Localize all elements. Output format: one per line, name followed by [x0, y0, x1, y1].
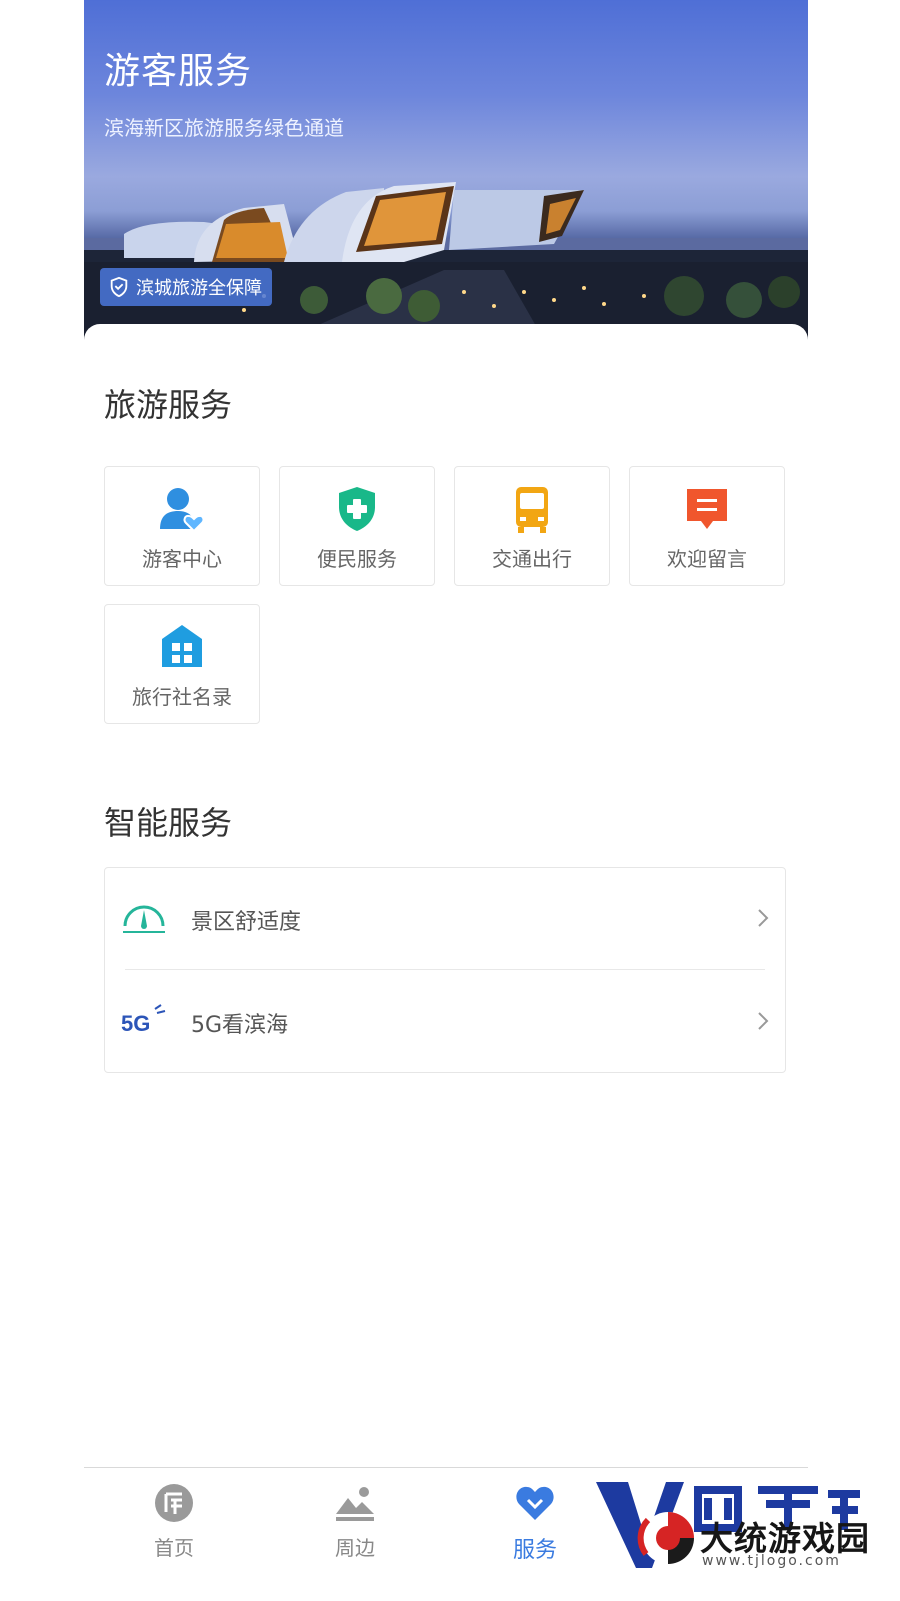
guarantee-badge[interactable]: 滨城旅游全保障 [100, 268, 272, 306]
tile-label: 旅行社名录 [132, 685, 232, 709]
list-divider [125, 969, 765, 970]
list-item-5g-binhai[interactable]: 5G 5G看滨海 [105, 971, 785, 1073]
gauge-icon [123, 905, 165, 933]
5g-icon: 5G [121, 1004, 166, 1036]
list-item-label: 5G看滨海 [191, 1013, 289, 1038]
watermark-url: www.tjlogo.com [702, 1553, 841, 1569]
tile-transport[interactable]: 交通出行 [454, 466, 610, 586]
tile-label: 便民服务 [317, 547, 397, 571]
tile-visitor-center[interactable]: 游客中心 [104, 466, 260, 586]
tile-convenience-service[interactable]: 便民服务 [279, 466, 435, 586]
tile-label: 交通出行 [492, 547, 572, 571]
list-item-scenic-comfort[interactable]: 景区舒适度 [105, 868, 785, 970]
hero-title: 游客服务 [104, 51, 253, 92]
hero-subtitle: 滨海新区旅游服务绿色通道 [104, 116, 344, 140]
landscape-icon [336, 1487, 374, 1521]
section-title-smart: 智能服务 [104, 804, 233, 842]
tab-home[interactable]: 首页 [129, 1482, 219, 1582]
tile-label: 游客中心 [142, 547, 222, 571]
badge-label: 滨城旅游全保障 [136, 278, 262, 299]
home-logo-icon [155, 1484, 193, 1522]
shield-icon [110, 276, 128, 298]
tab-label: 服务 [512, 1538, 557, 1563]
tile-leave-message[interactable]: 欢迎留言 [629, 466, 785, 586]
svg-text:5G: 5G [121, 1011, 150, 1036]
tile-travel-agency-directory[interactable]: 旅行社名录 [104, 604, 260, 724]
app-screen: 游客服务 滨海新区旅游服务绿色通道 滨城旅游全保障 旅游服务 游客中心 便民服务 [84, 0, 808, 1601]
user-heart-icon [160, 488, 205, 533]
section-title-tourism: 旅游服务 [104, 386, 233, 424]
message-icon [687, 489, 727, 529]
shield-plus-icon [339, 487, 375, 531]
hero-banner: 游客服务 滨海新区旅游服务绿色通道 滨城旅游全保障 [84, 0, 808, 340]
list-item-label: 景区舒适度 [191, 910, 302, 935]
chevron-right-icon [758, 1012, 769, 1030]
building-icon [162, 625, 202, 667]
tab-label: 周边 [335, 1536, 375, 1560]
bus-icon [516, 487, 548, 533]
tab-label: 首页 [154, 1536, 194, 1560]
tile-label: 欢迎留言 [667, 547, 747, 571]
smart-service-list: 景区舒适度 5G 5G看滨海 [104, 867, 786, 1073]
tab-service[interactable]: 服务 [490, 1482, 580, 1582]
tab-nearby[interactable]: 周边 [310, 1482, 400, 1582]
chevron-right-icon [758, 909, 769, 927]
heart-icon [516, 1486, 554, 1520]
